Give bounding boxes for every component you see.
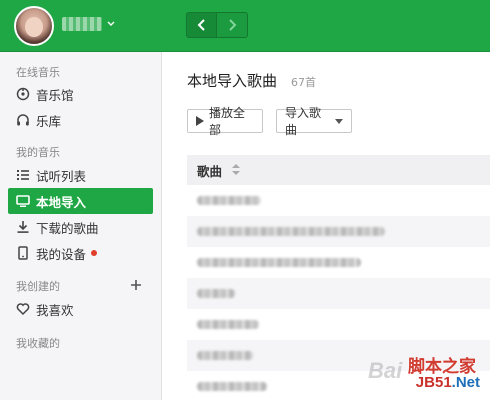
- song-count: 67首: [291, 76, 316, 89]
- sidebar-item-favorites[interactable]: 我喜欢: [8, 296, 153, 322]
- caret-down-icon[interactable]: [106, 18, 116, 28]
- disc-icon: [16, 87, 30, 101]
- page-title: 本地导入歌曲: [187, 72, 278, 90]
- column-header-song[interactable]: 歌曲: [197, 161, 222, 180]
- plus-icon[interactable]: [130, 279, 142, 291]
- sidebar-item-local-import[interactable]: 本地导入: [8, 188, 153, 214]
- notification-dot: [91, 250, 98, 256]
- play-icon: [196, 116, 204, 126]
- sidebar-item-label: 下载的歌曲: [36, 220, 99, 236]
- back-button[interactable]: [186, 12, 217, 38]
- song-title: ▒▒▒▒▒▒: [197, 289, 235, 298]
- username-label[interactable]: ●●●●● ▾: [62, 17, 102, 31]
- sidebar-item-label: 乐库: [36, 113, 62, 129]
- chevron-right-icon: [229, 19, 237, 31]
- section-my-created: 我创建的: [16, 280, 60, 293]
- table-row[interactable]: ▒▒▒▒▒▒▒▒▒▒▒▒▒▒▒▒▒▒▒▒▒▒: [187, 247, 490, 278]
- download-icon: [16, 220, 30, 234]
- chevron-left-icon: [197, 19, 205, 31]
- section-my-music: 我的音乐: [16, 146, 60, 159]
- sidebar-item-listen-list[interactable]: 试听列表: [8, 162, 153, 188]
- watermark-domain-jb: JB51: [415, 374, 452, 391]
- play-all-label: 播放全部: [209, 106, 246, 137]
- watermark-domain-net: .Net: [451, 374, 480, 391]
- sidebar-item-downloads[interactable]: 下载的歌曲: [8, 214, 153, 240]
- sidebar-item-label: 我喜欢: [36, 302, 74, 318]
- heart-icon: [16, 302, 30, 316]
- history-nav: [186, 12, 248, 38]
- avatar-face: [25, 17, 43, 37]
- sidebar-item-library[interactable]: 乐库: [8, 107, 153, 133]
- watermark-faint: Bai: [368, 358, 403, 383]
- title-bar: ●●●●● ▾: [0, 0, 490, 51]
- device-icon: [16, 246, 30, 260]
- sidebar-item-label: 音乐馆: [36, 87, 74, 103]
- sidebar-item-my-devices[interactable]: 我的设备: [8, 240, 153, 266]
- main-panel: 本地导入歌曲 67首 播放全部 导入歌曲 歌曲 ▒▒▒▒▒▒▒▒▒ ▒ ▒ ▒ …: [163, 52, 490, 400]
- song-title: ▒▒▒▒▒▒▒▒▒▒: [197, 382, 267, 391]
- forward-button[interactable]: [217, 12, 248, 38]
- table-row[interactable]: ▒▒▒▒▒▒▒▒▒: [187, 309, 490, 340]
- watermark-domain: JB51.Net: [416, 374, 480, 391]
- section-online-music: 在线音乐: [16, 66, 60, 79]
- sidebar-item-label: 本地导入: [36, 194, 87, 210]
- section-my-collected: 我收藏的: [16, 337, 60, 350]
- sort-icon[interactable]: [232, 164, 241, 176]
- table-header: 歌曲: [187, 155, 490, 185]
- import-songs-button[interactable]: 导入歌曲: [276, 106, 352, 137]
- chevron-down-icon: [335, 118, 343, 124]
- play-all-button[interactable]: 播放全部: [187, 106, 263, 137]
- user-avatar[interactable]: [14, 6, 54, 46]
- list-icon: [16, 168, 30, 182]
- table-row[interactable]: ▒▒▒▒▒▒▒▒▒: [187, 185, 490, 216]
- table-row[interactable]: ▒ ▒ ▒ ▒▒▒▒▒▒▒▒▒▒▒▒▒▒▒▒▒: [187, 216, 490, 247]
- song-title: ▒▒▒▒▒▒▒▒▒▒▒▒▒▒▒▒▒▒▒▒▒▒: [197, 258, 361, 267]
- watermark: Bai 脚本之家 JB51.Net: [368, 352, 490, 400]
- table-row[interactable]: ▒▒▒▒▒▒: [187, 278, 490, 309]
- import-songs-label: 导入歌曲: [285, 106, 322, 137]
- sidebar-item-music-hall[interactable]: 音乐馆: [8, 81, 153, 107]
- headphones-icon: [16, 113, 30, 127]
- song-title: ▒▒▒▒▒▒▒▒: [197, 351, 253, 360]
- song-title: ▒▒▒▒▒▒▒▒▒: [197, 196, 261, 205]
- monitor-icon: [16, 194, 30, 208]
- song-title: ▒▒▒▒▒▒▒▒▒: [197, 320, 259, 329]
- sidebar-item-label: 我的设备: [36, 246, 87, 262]
- sidebar: 在线音乐 音乐馆 乐库 我的音乐 试听列表 本地导入 下载的歌曲 我的设备 我创…: [0, 52, 162, 400]
- song-title: ▒ ▒ ▒ ▒▒▒▒▒▒▒▒▒▒▒▒▒▒▒▒▒: [197, 227, 385, 236]
- sidebar-item-label: 试听列表: [36, 168, 87, 184]
